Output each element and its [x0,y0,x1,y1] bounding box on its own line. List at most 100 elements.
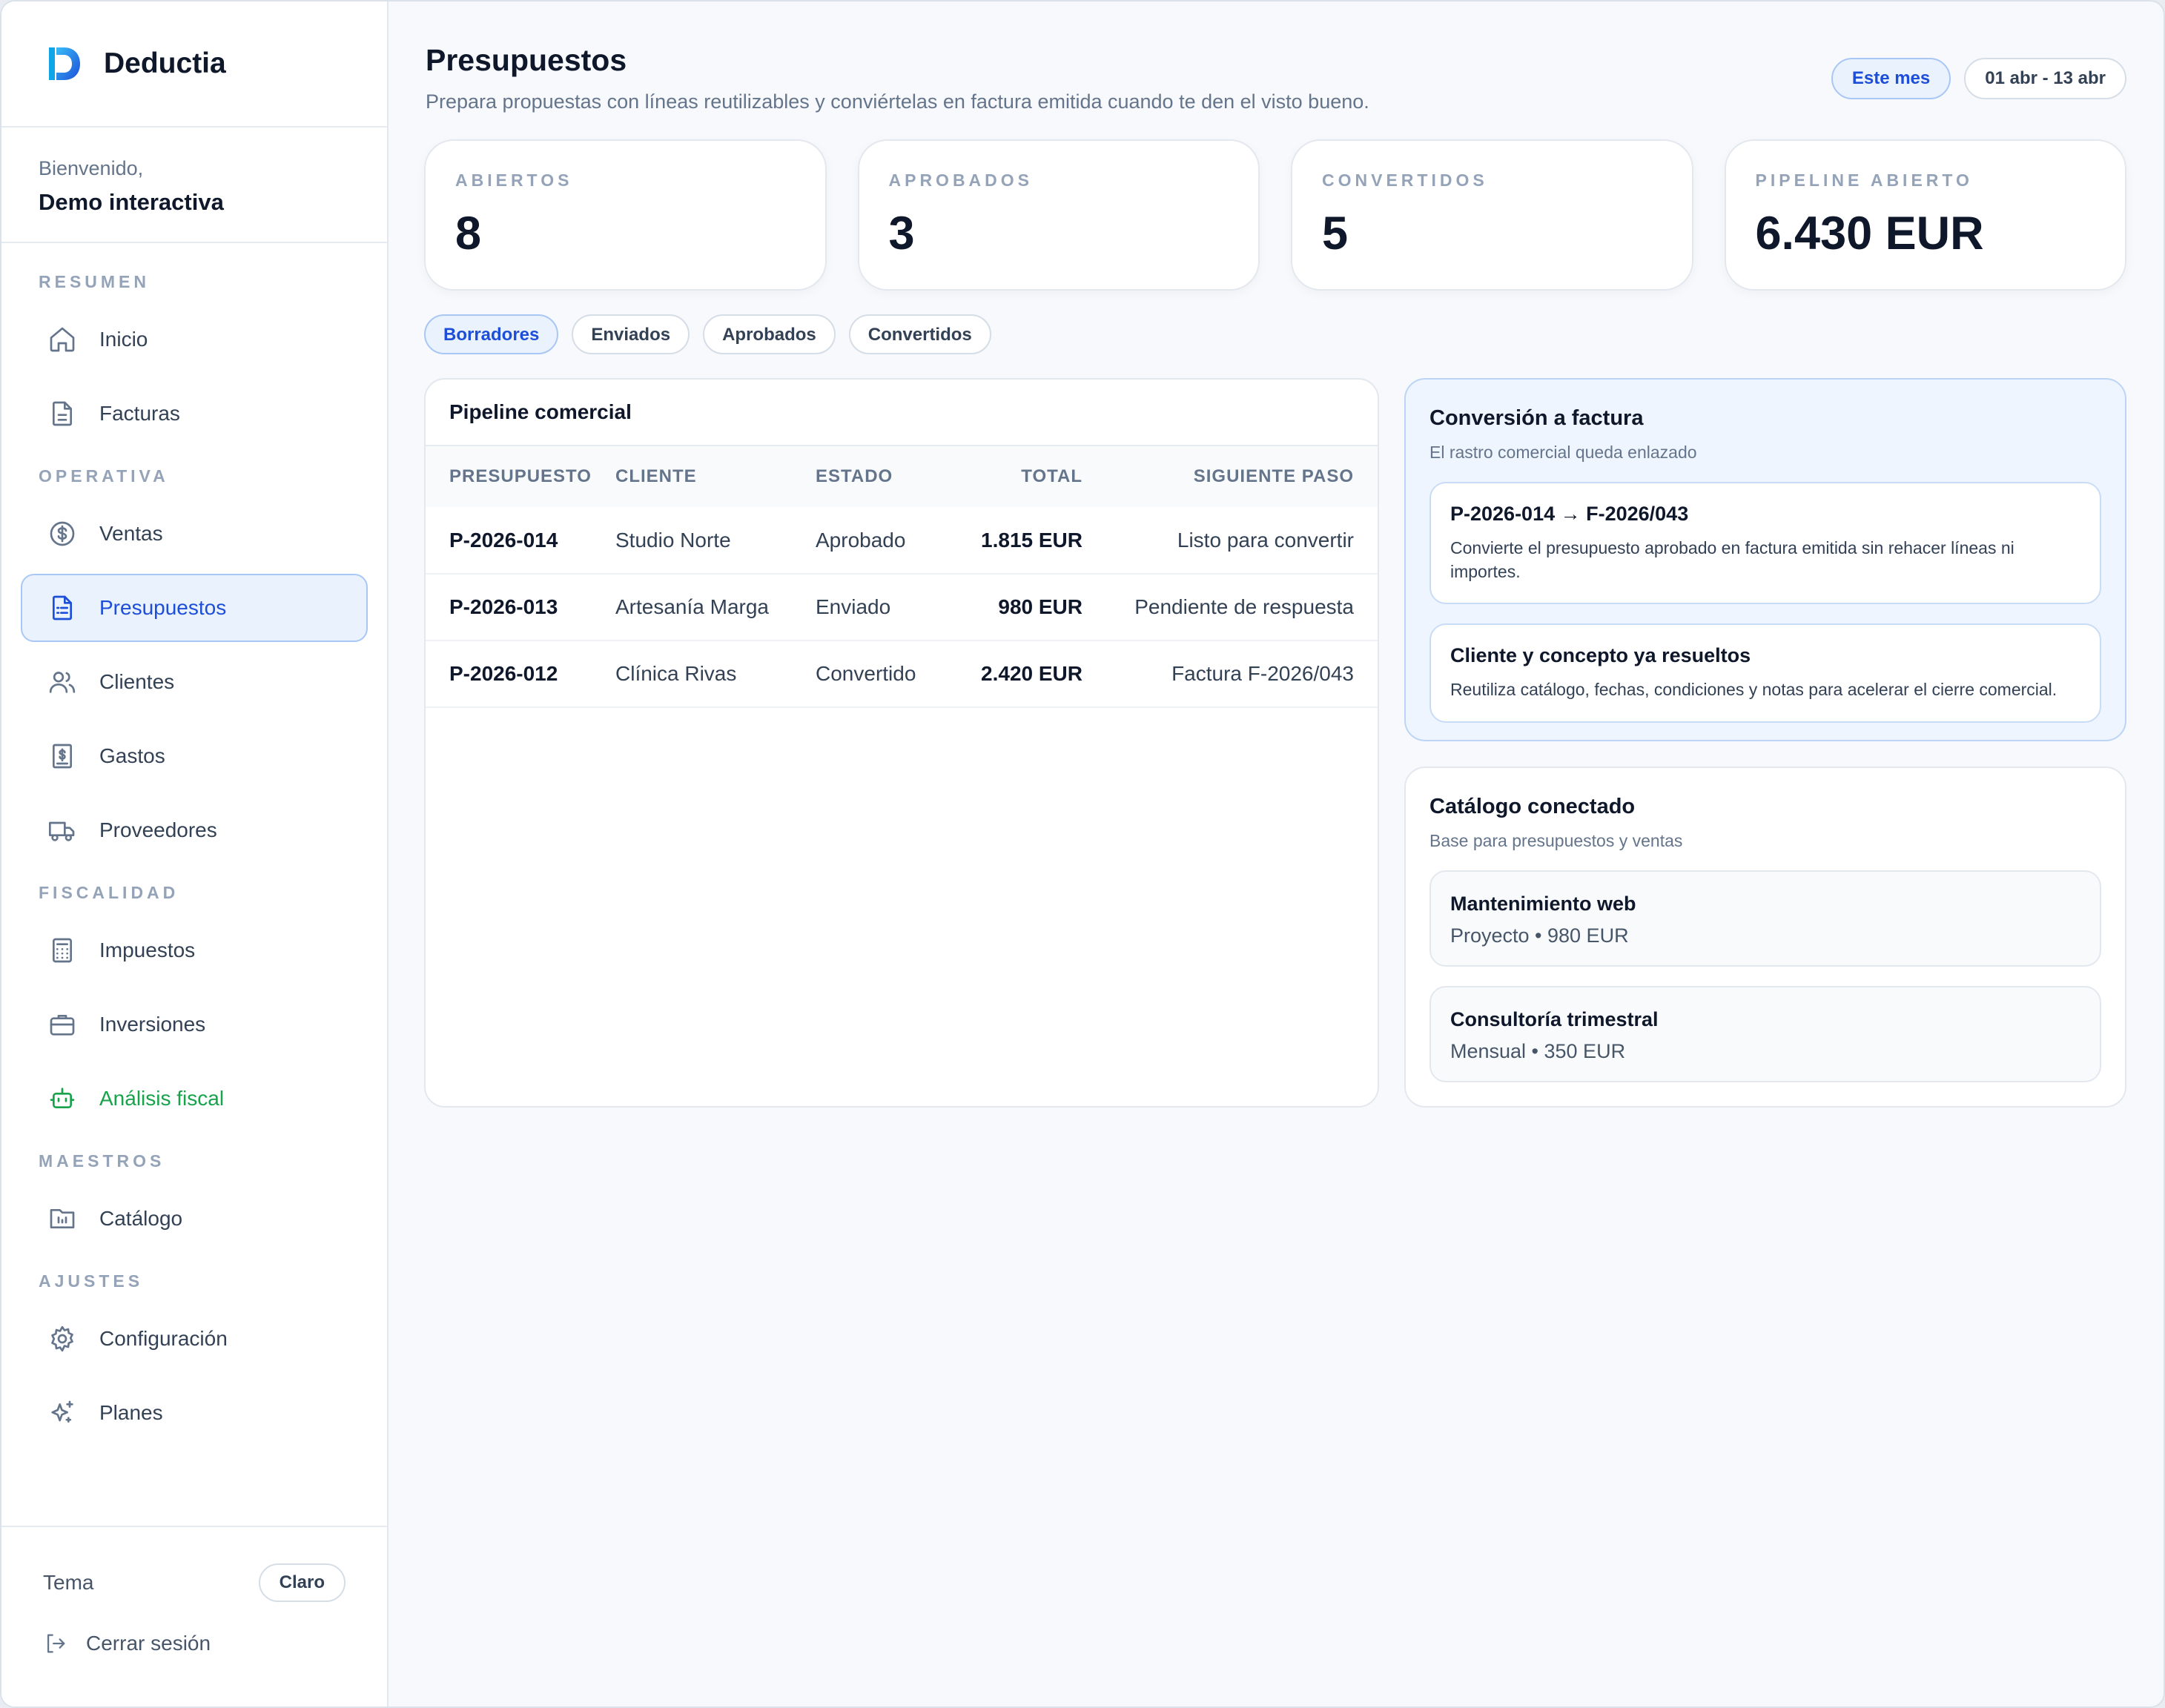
column-header[interactable]: PRESUPUESTO [426,446,615,507]
theme-toggle[interactable]: Claro [258,1563,346,1602]
receipt-icon [53,744,72,769]
home-icon [50,327,75,352]
sidebar-item-label: Gastos [99,744,165,767]
nav-section-title: FISCALIDAD [39,882,179,902]
sidebar-item-analisis-fiscal[interactable]: Análisis fiscal [21,1065,368,1133]
sidebar-item-presupuestos[interactable]: Presupuestos [21,574,368,642]
truck-icon [49,821,75,841]
sidebar-item-inversiones[interactable]: Inversiones [21,990,368,1059]
client-name: Artesanía Marga [615,574,816,641]
catalog-item-meta: Proyecto • 980 EUR [1450,924,1629,947]
sidebar-item-facturas[interactable]: Facturas [21,380,368,448]
sidebar-item-label: Ventas [99,522,163,545]
next-step: Pendiente de respuesta [1082,574,1378,641]
dollar-circle-icon [50,521,75,546]
sidebar-item-impuestos[interactable]: Impuestos [21,916,368,984]
conversion-item-title: Cliente y concepto ya resueltos [1450,644,1751,667]
kpi-card-pipeline: PIPELINE ABIERTO 6.430 EUR [1724,139,2126,291]
page-header: Presupuestos Prepara propuestas con líne… [424,1,2126,139]
kpi-card-convertidos: CONVERTIDOS 5 [1291,139,1693,291]
welcome-label: Bienvenido, [39,157,144,179]
kpi-label: PIPELINE ABIERTO [1755,171,1973,190]
period-filter-button[interactable]: Este mes [1831,58,1951,99]
conversion-title: Conversión a factura [1429,406,1644,430]
theme-row: Tema Claro [43,1527,346,1638]
file-list-icon [53,595,72,620]
app-name: Deductia [104,47,226,79]
sidebar-item-planes[interactable]: Planes [21,1379,368,1447]
sidebar-item-label: Planes [99,1401,163,1424]
tab-convertidos[interactable]: Convertidos [848,314,991,354]
column-header[interactable]: SIGUIENTE PASO [1082,446,1378,507]
status-tabs: Borradores Enviados Aprobados Convertido… [424,314,2126,354]
header-actions: Este mes 01 abr - 13 abr [1831,58,2126,99]
tab-enviados[interactable]: Enviados [572,314,690,354]
gear-icon [51,1325,73,1352]
conversion-subtitle: El rastro comercial queda enlazado [1429,443,1697,462]
sidebar-item-catalogo[interactable]: Catálogo [21,1185,368,1253]
nav-section-title: RESUMEN [39,271,151,291]
table-row[interactable]: P-2026-013 Artesanía Marga Enviado 980 E… [426,574,1378,641]
kpi-card-aprobados: APROBADOS 3 [857,139,1260,291]
sidebar-item-label: Clientes [99,670,175,693]
pipeline-title: Pipeline comercial [426,380,1378,446]
table-row[interactable]: P-2026-012 Clínica Rivas Convertido 2.42… [426,640,1378,708]
sidebar-item-label: Impuestos [99,939,196,961]
calculator-icon [53,938,72,963]
kpi-label: APROBADOS [888,171,1034,190]
content-grid: Pipeline comercial PRESUPUESTO CLIENTE E… [424,378,2126,1108]
catalog-item-name: Consultoría trimestral [1450,1008,1659,1030]
right-column: Conversión a factura El rastro comercial… [1404,378,2126,1108]
quote-status: Aprobado [816,507,964,575]
nav-section-title: AJUSTES [39,1271,144,1291]
quote-total: 980 EUR [964,574,1082,641]
sidebar-footer: Tema Claro Cerrar sesión [1,1526,387,1707]
pipeline-table: PRESUPUESTO CLIENTE ESTADO TOTAL SIGUIEN… [426,446,1378,708]
quote-total: 1.815 EUR [964,507,1082,575]
catalog-icon [50,1209,75,1228]
users-icon [49,672,76,693]
conversion-item-title: P-2026-014 → F-2026/043 [1450,503,1689,525]
conversion-item[interactable]: Cliente y concepto ya resueltos Reutiliz… [1429,623,2101,723]
next-step: Factura F-2026/043 [1082,640,1378,708]
tab-aprobados[interactable]: Aprobados [703,314,836,354]
main-content: Presupuestos Prepara propuestas con líne… [389,1,2164,1707]
table-header-row: PRESUPUESTO CLIENTE ESTADO TOTAL SIGUIEN… [426,446,1378,507]
sidebar-item-configuracion[interactable]: Configuración [21,1305,368,1373]
sidebar-item-label: Configuración [99,1327,228,1350]
kpi-label: ABIERTOS [455,171,573,190]
catalog-item-name: Mantenimiento web [1450,893,1636,915]
kpi-value: 3 [888,208,915,259]
sidebar-item-ventas[interactable]: Ventas [21,500,368,568]
column-header[interactable]: ESTADO [816,446,964,507]
sidebar-item-label: Inversiones [99,1013,206,1036]
sidebar-item-proveedores[interactable]: Proveedores [21,796,368,864]
catalog-card: Catálogo conectado Base para presupuesto… [1404,767,2126,1108]
quote-id: P-2026-012 [426,640,615,708]
sidebar: Deductia Bienvenido, Demo interactiva RE… [1,1,389,1707]
logout-icon [47,1634,65,1653]
catalog-item-meta: Mensual • 350 EUR [1450,1040,1626,1062]
date-range-button[interactable]: 01 abr - 13 abr [1964,58,2126,99]
catalog-item[interactable]: Mantenimiento web Proyecto • 980 EUR [1429,870,2101,967]
logout-button[interactable]: Cerrar sesión [43,1631,346,1656]
kpi-row: ABIERTOS 8 APROBADOS 3 CONVERTIDOS 5 PIP… [424,139,2126,291]
kpi-card-abiertos: ABIERTOS 8 [424,139,827,291]
next-step: Listo para convertir [1082,507,1378,575]
sidebar-nav: RESUMEN Inicio Facturas OPERATIVA Ventas… [1,243,387,1447]
conversion-item[interactable]: P-2026-014 → F-2026/043 Convierte el pre… [1429,482,2101,605]
quote-status: Enviado [816,574,964,641]
theme-label: Tema [43,1571,94,1594]
column-header[interactable]: TOTAL [964,446,1082,507]
sidebar-item-inicio[interactable]: Inicio [21,305,368,374]
tab-borradores[interactable]: Borradores [424,314,559,354]
table-row[interactable]: P-2026-014 Studio Norte Aprobado 1.815 E… [426,507,1378,575]
sidebar-item-clientes[interactable]: Clientes [21,648,368,716]
sidebar-item-label: Catálogo [99,1207,183,1230]
catalog-item[interactable]: Consultoría trimestral Mensual • 350 EUR [1429,986,2101,1082]
column-header[interactable]: CLIENTE [615,446,816,507]
sidebar-item-gastos[interactable]: Gastos [21,722,368,790]
kpi-label: CONVERTIDOS [1322,171,1488,190]
sidebar-item-label: Facturas [99,402,180,425]
sidebar-item-label: Inicio [99,328,148,351]
